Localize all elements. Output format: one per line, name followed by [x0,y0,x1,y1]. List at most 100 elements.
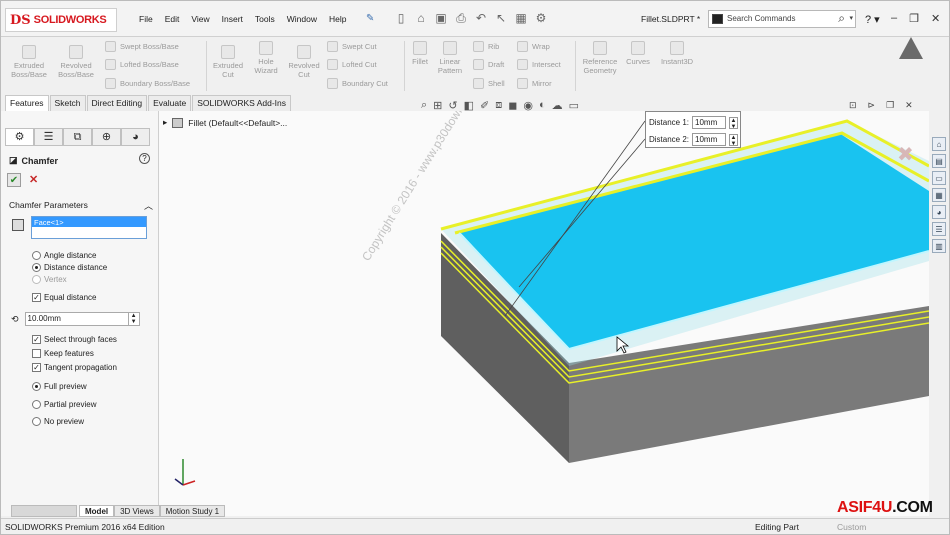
feature-tree-flyout[interactable]: ▸ Fillet (Default<<Default>... [163,117,287,128]
dynamic-annotation-icon[interactable]: ✐ [480,99,489,112]
reference-geometry-button[interactable]: Reference Geometry [579,41,621,75]
spinner-icon[interactable]: ▲ ▼ [729,133,739,147]
tangent-propagation-option[interactable]: ✓ Tangent propagation [32,363,117,372]
units-selector[interactable]: Custom [837,522,866,532]
feature-manager-tab-icon[interactable]: ⚙ [5,128,34,146]
tab-solidworks-addins[interactable]: SOLIDWORKS Add-Ins [192,95,292,111]
radio-icon[interactable] [32,251,41,260]
menu-file[interactable]: File [133,14,159,24]
pin-icon[interactable]: ✎ [366,13,374,24]
tab-direct-editing[interactable]: Direct Editing [86,95,148,111]
configuration-manager-tab-icon[interactable]: ⧉ [63,128,92,146]
view-orientation-icon[interactable]: ⧈ [495,99,502,112]
chamfer-parameters-header[interactable]: Chamfer Parameters [9,200,88,210]
keep-features-option[interactable]: Keep features [32,349,94,358]
menu-tools[interactable]: Tools [249,14,281,24]
angle-distance-option[interactable]: Angle distance [32,251,96,260]
search-commands-input[interactable]: Search Commands ⌕ ▾ [708,10,856,28]
lofted-boss-button[interactable]: Lofted Boss/Base [105,59,179,70]
help-icon[interactable]: ? [139,153,150,164]
radio-icon[interactable] [32,263,41,272]
menu-help[interactable]: Help [323,14,352,24]
hole-wizard-button[interactable]: Hole Wizard [249,41,283,75]
view-palette-icon[interactable]: ▦ [932,188,946,202]
spinner-icon[interactable]: ▲ ▼ [729,116,739,130]
save-icon[interactable]: ▣ [433,10,449,26]
menu-view[interactable]: View [185,14,215,24]
distance-callout[interactable]: Distance 1: 10mm ▲ ▼ Distance 2: 10mm ▲ ▼ [645,111,741,148]
radio-icon[interactable] [32,382,41,391]
boundary-boss-button[interactable]: Boundary Boss/Base [105,78,190,89]
checkbox-icon[interactable]: ✓ [32,335,41,344]
restore-icon[interactable]: ❐ [909,12,919,25]
distance-distance-option[interactable]: Distance distance [32,263,107,272]
items-to-chamfer-list[interactable]: Face<1> [31,216,147,239]
chevron-down-icon[interactable]: ▾ [849,14,853,22]
file-explorer-icon[interactable]: ▭ [932,171,946,185]
restore-icon[interactable]: ⊡ [849,100,857,111]
print-icon[interactable]: ⎙ [453,10,469,26]
swept-cut-button[interactable]: Swept Cut [327,41,377,52]
new-document-icon[interactable]: ▯ [393,10,409,26]
graphics-area[interactable]: ✖ ▸ Fillet (Default<<Default>... Distanc… [159,111,929,516]
close-icon[interactable]: ✕ [905,100,913,111]
open-folder-icon[interactable]: ⌂ [413,10,429,26]
dimxpert-tab-icon[interactable]: ⊕ [92,128,121,146]
help-icon[interactable]: ? ▾ [865,13,880,26]
distance-1-input[interactable]: 10mm [692,116,727,129]
expand-icon[interactable]: ⊳ [868,100,876,111]
hide-show-items-icon[interactable]: ◉ [523,99,533,112]
rib-button[interactable]: Rib [473,41,499,52]
checkbox-icon[interactable]: ✓ [32,363,41,372]
tab-scroll-arrows[interactable] [11,505,77,517]
property-manager-tab-icon[interactable]: ☰ [34,128,63,146]
checkbox-icon[interactable]: ✓ [32,293,41,302]
tab-sketch[interactable]: Sketch [49,95,86,111]
expand-arrow-icon[interactable]: ▸ [163,117,167,128]
menu-window[interactable]: Window [281,14,323,24]
ok-button[interactable]: ✔ [7,173,21,187]
tab-features[interactable]: Features [5,95,49,111]
curves-button[interactable]: Curves [623,41,653,66]
design-library-icon[interactable]: ▤ [932,154,946,168]
extruded-cut-button[interactable]: Extruded Cut [209,45,247,79]
select-arrow-icon[interactable]: ↖ [493,10,509,26]
select-through-faces-option[interactable]: ✓ Select through faces [32,335,117,344]
distance-2-input[interactable]: 10mm [692,133,727,146]
radio-icon[interactable] [32,400,41,409]
swept-boss-button[interactable]: Swept Boss/Base [105,41,179,52]
cancel-confirm-corner-icon[interactable]: ✖ [897,144,914,166]
solidworks-logo[interactable]: DS SOLIDWORKS [5,8,117,32]
collaboration-icon[interactable]: ▥ [932,239,946,253]
selected-face-item[interactable]: Face<1> [32,217,146,227]
zoom-to-area-icon[interactable]: ⊞ [433,99,442,112]
equal-distance-option[interactable]: ✓ Equal distance [32,293,96,302]
menu-insert[interactable]: Insert [216,14,249,24]
draft-button[interactable]: Draft [473,59,504,70]
full-preview-option[interactable]: Full preview [32,382,87,391]
view-settings-icon[interactable]: ▭ [569,99,579,112]
instant3d-button[interactable]: Instant3D [657,41,697,66]
collapse-icon[interactable]: ︿ [144,199,153,212]
boundary-cut-button[interactable]: Boundary Cut [327,78,388,89]
tab-motion-study[interactable]: Motion Study 1 [159,505,226,517]
tab-evaluate[interactable]: Evaluate [148,95,192,111]
display-style-icon[interactable]: ◼ [508,99,517,112]
part-model[interactable]: ✖ [159,111,929,516]
wrap-button[interactable]: Wrap [517,41,550,52]
vertex-option[interactable]: Vertex [32,275,67,284]
section-view-icon[interactable]: ◧ [464,99,474,112]
zoom-to-fit-icon[interactable]: ⌕ [421,99,427,112]
tab-model[interactable]: Model [79,505,115,517]
custom-properties-icon[interactable]: ☰ [932,222,946,236]
distance-input[interactable]: 10.00mm ▲ ▼ [24,312,140,326]
cancel-button[interactable]: ✕ [29,173,38,186]
apply-scene-icon[interactable]: ☁ [552,99,563,112]
close-icon[interactable]: ✕ [931,12,940,25]
spinner-icon[interactable]: ▲ ▼ [127,313,139,325]
partial-preview-option[interactable]: Partial preview [32,400,96,409]
revolved-boss-button[interactable]: Revolved Boss/Base [55,45,97,79]
menu-edit[interactable]: Edit [159,14,186,24]
shell-button[interactable]: Shell [473,78,505,89]
revolved-cut-button[interactable]: Revolved Cut [285,45,323,79]
